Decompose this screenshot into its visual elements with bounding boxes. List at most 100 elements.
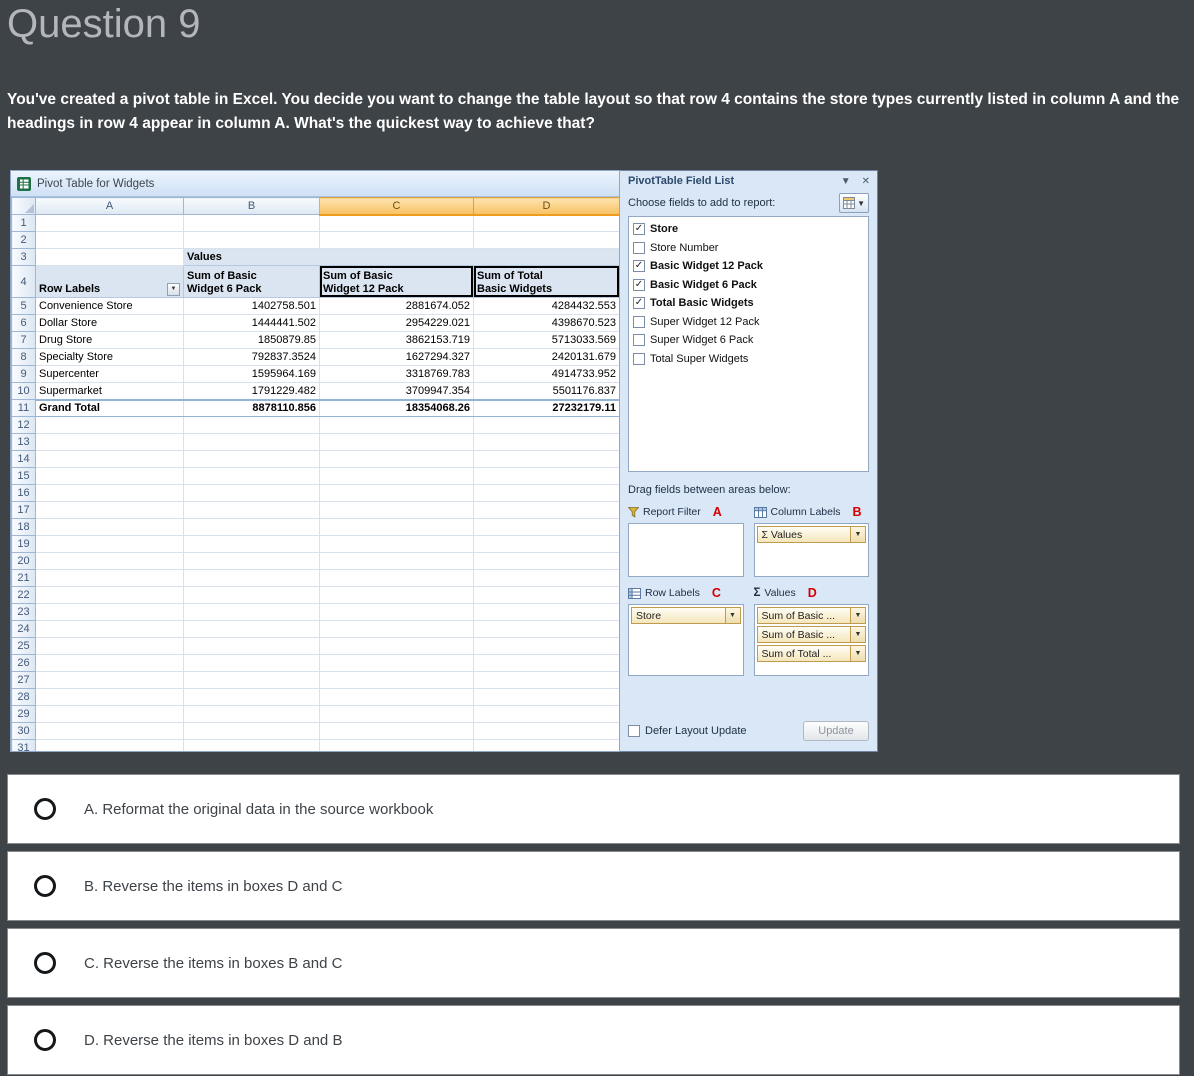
header-cell-B4[interactable]: Sum of Basic Widget 6 Pack	[183, 265, 320, 298]
empty-cell-D29[interactable]	[473, 705, 619, 723]
row-header-17[interactable]: 17	[11, 501, 36, 519]
row-header-2[interactable]: 2	[11, 231, 36, 249]
store-label-cell-A6[interactable]: Dollar Store	[35, 314, 184, 332]
column-header-C[interactable]: C	[319, 197, 474, 216]
empty-cell-D15[interactable]	[473, 467, 619, 485]
value-cell-C7[interactable]: 3862153.719	[319, 331, 474, 349]
empty-cell-B14[interactable]	[183, 450, 320, 468]
value-cell-D8[interactable]: 2420131.679	[473, 348, 619, 366]
empty-cell-D27[interactable]	[473, 671, 619, 689]
store-label-cell-A8[interactable]: Specialty Store	[35, 348, 184, 366]
row-labels-cell[interactable]: Row Labels ▼	[35, 265, 184, 298]
answer-option-B[interactable]: B. Reverse the items in boxes D and C	[7, 851, 1180, 921]
empty-cell-A15[interactable]	[35, 467, 184, 485]
empty-cell-A13[interactable]	[35, 433, 184, 451]
empty-cell-A24[interactable]	[35, 620, 184, 638]
empty-cell-C12[interactable]	[319, 416, 474, 434]
row-header-10[interactable]: 10	[11, 382, 36, 400]
radio-button-A[interactable]	[34, 798, 56, 820]
empty-cell-C29[interactable]	[319, 705, 474, 723]
empty-cell-C18[interactable]	[319, 518, 474, 536]
empty-cell-A19[interactable]	[35, 535, 184, 553]
row-header-9[interactable]: 9	[11, 365, 36, 383]
value-cell-C8[interactable]: 1627294.327	[319, 348, 474, 366]
empty-cell-A27[interactable]	[35, 671, 184, 689]
empty-cell-A23[interactable]	[35, 603, 184, 621]
row-header-23[interactable]: 23	[11, 603, 36, 621]
empty-cell-B27[interactable]	[183, 671, 320, 689]
value-cell-B10[interactable]: 1791229.482	[183, 382, 320, 400]
row-header-13[interactable]: 13	[11, 433, 36, 451]
radio-button-C[interactable]	[34, 952, 56, 974]
row-header-6[interactable]: 6	[11, 314, 36, 332]
store-label-cell-A9[interactable]: Supercenter	[35, 365, 184, 383]
empty-cell-C1[interactable]	[319, 214, 474, 232]
empty-cell-D12[interactable]	[473, 416, 619, 434]
area-box-report-filter[interactable]	[628, 523, 744, 577]
cell-A3[interactable]	[35, 248, 184, 266]
empty-cell-C28[interactable]	[319, 688, 474, 706]
value-cell-D7[interactable]: 5713033.569	[473, 331, 619, 349]
column-header-D[interactable]: D	[473, 197, 619, 216]
empty-cell-B28[interactable]	[183, 688, 320, 706]
empty-cell-D20[interactable]	[473, 552, 619, 570]
empty-cell-C22[interactable]	[319, 586, 474, 604]
value-cell-D5[interactable]: 4284432.553	[473, 297, 619, 315]
field-item[interactable]: ✓ Total Basic Widgets	[633, 294, 864, 313]
pill-dropdown-icon[interactable]: ▼	[724, 608, 740, 623]
store-label-cell-A5[interactable]: Convenience Store	[35, 297, 184, 315]
row-header-5[interactable]: 5	[11, 297, 36, 315]
empty-cell-C31[interactable]	[319, 739, 474, 751]
field-item[interactable]: Store Number	[633, 239, 864, 258]
grand-total-label-cell[interactable]: Grand Total	[35, 398, 184, 417]
pane-chevron-down-icon[interactable]: ▼	[841, 176, 851, 187]
empty-cell-D26[interactable]	[473, 654, 619, 672]
field-checkbox[interactable]	[633, 315, 645, 328]
answer-option-C[interactable]: C. Reverse the items in boxes B and C	[7, 928, 1180, 998]
row-header-16[interactable]: 16	[11, 484, 36, 502]
row-header-29[interactable]: 29	[11, 705, 36, 723]
empty-cell-A26[interactable]	[35, 654, 184, 672]
empty-cell-D16[interactable]	[473, 484, 619, 502]
empty-cell-B22[interactable]	[183, 586, 320, 604]
column-header-B[interactable]: B	[183, 197, 320, 215]
field-pill[interactable]: Store ▼	[631, 607, 741, 624]
grand-total-value-cell-D[interactable]: 27232179.11	[473, 398, 619, 417]
field-checkbox[interactable]: ✓	[633, 278, 645, 291]
empty-cell-B13[interactable]	[183, 433, 320, 451]
empty-cell-D23[interactable]	[473, 603, 619, 621]
empty-cell-D31[interactable]	[473, 739, 619, 751]
empty-cell-C23[interactable]	[319, 603, 474, 621]
empty-cell-D22[interactable]	[473, 586, 619, 604]
store-label-cell-A10[interactable]: Supermarket	[35, 382, 184, 400]
empty-cell-D28[interactable]	[473, 688, 619, 706]
empty-cell-A16[interactable]	[35, 484, 184, 502]
empty-cell-C14[interactable]	[319, 450, 474, 468]
row-header-11[interactable]: 11	[11, 399, 36, 417]
values-header-cell[interactable]: Values	[183, 248, 619, 266]
row-header-14[interactable]: 14	[11, 450, 36, 468]
field-pill[interactable]: Sum of Total ... ▼	[756, 645, 866, 662]
empty-cell-A20[interactable]	[35, 552, 184, 570]
empty-cell-B16[interactable]	[183, 484, 320, 502]
row-header-7[interactable]: 7	[11, 331, 36, 349]
empty-cell-A14[interactable]	[35, 450, 184, 468]
empty-cell-A29[interactable]	[35, 705, 184, 723]
empty-cell-A18[interactable]	[35, 518, 184, 536]
row-header-25[interactable]: 25	[11, 637, 36, 655]
row-header-20[interactable]: 20	[11, 552, 36, 570]
empty-cell-B26[interactable]	[183, 654, 320, 672]
row-header-27[interactable]: 27	[11, 671, 36, 689]
empty-cell-B25[interactable]	[183, 637, 320, 655]
grand-total-value-cell-B[interactable]: 8878110.856	[183, 398, 320, 417]
empty-cell-C15[interactable]	[319, 467, 474, 485]
row-header-3[interactable]: 3	[11, 248, 36, 266]
pill-dropdown-icon[interactable]: ▼	[850, 527, 865, 542]
row-labels-filter-dropdown-icon[interactable]: ▼	[167, 283, 180, 296]
field-checkbox[interactable]: ✓	[633, 260, 645, 273]
field-checkbox[interactable]	[633, 352, 645, 365]
empty-cell-D18[interactable]	[473, 518, 619, 536]
empty-cell-B30[interactable]	[183, 722, 320, 740]
empty-cell-C21[interactable]	[319, 569, 474, 587]
field-item[interactable]: ✓ Basic Widget 12 Pack	[633, 257, 864, 276]
